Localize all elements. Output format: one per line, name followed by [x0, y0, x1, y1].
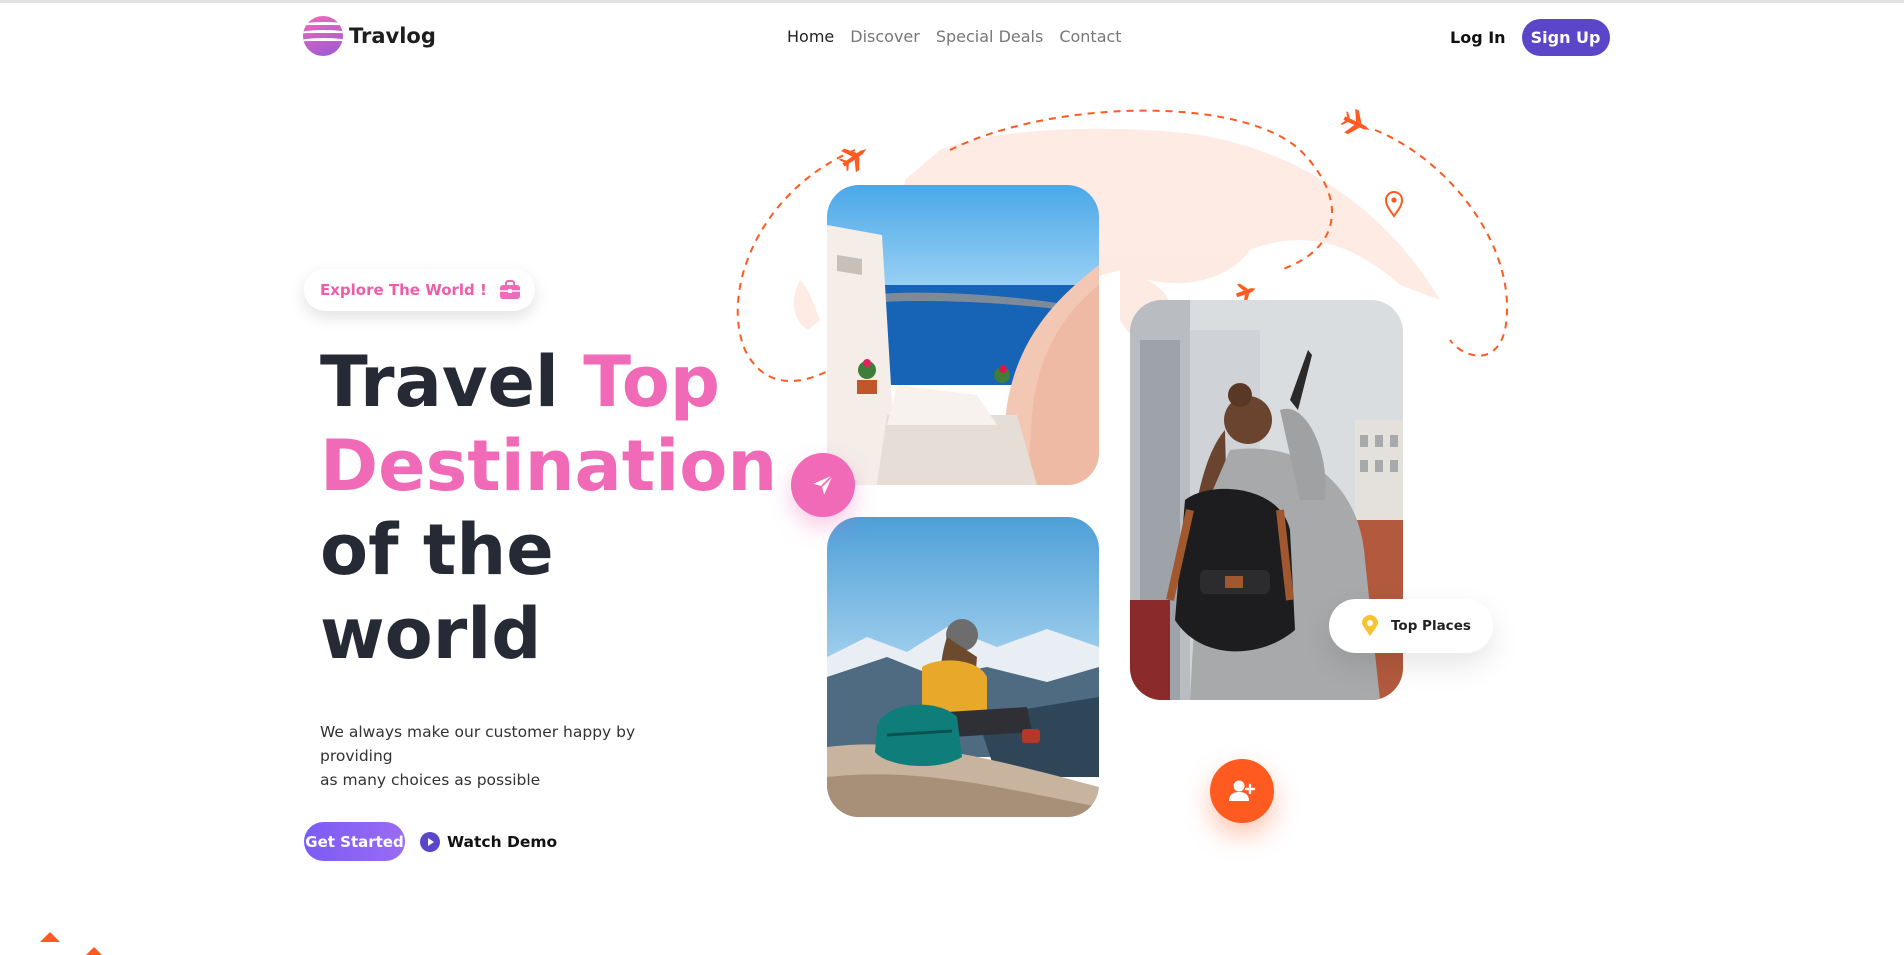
get-started-button[interactable]: Get Started — [304, 822, 405, 861]
headline-part-5: world — [320, 593, 542, 675]
hero-headline: Travel Top Destination of the world — [320, 340, 777, 676]
logo-icon — [303, 16, 343, 56]
watch-demo-button[interactable]: Watch Demo — [420, 831, 558, 852]
play-icon — [420, 831, 440, 852]
nav-special-deals[interactable]: Special Deals — [936, 27, 1043, 46]
hero-cta: Get Started Watch Demo — [304, 822, 557, 861]
headline-part-2: Top — [583, 341, 720, 423]
add-user-button[interactable] — [1210, 759, 1274, 823]
nav-contact[interactable]: Contact — [1059, 27, 1121, 46]
signup-button[interactable]: Sign Up — [1521, 19, 1610, 56]
main-nav: Home Discover Special Deals Contact — [787, 27, 1122, 46]
briefcase-icon — [499, 280, 520, 299]
user-plus-icon — [1229, 780, 1256, 801]
photo-mountain-hiker — [827, 517, 1099, 817]
headline-part-3: Destination — [320, 425, 778, 507]
location-pin-icon — [1362, 615, 1378, 636]
top-places-card[interactable]: Top Places — [1329, 599, 1493, 653]
nav-discover[interactable]: Discover — [850, 27, 920, 46]
location-pin-icon — [1384, 191, 1404, 218]
top-places-label: Top Places — [1391, 618, 1471, 634]
login-link[interactable]: Log In — [1450, 28, 1506, 47]
landing-page: Travlog Home Discover Special Deals Cont… — [0, 0, 1904, 955]
airplane-icon — [838, 148, 867, 173]
send-icon — [813, 474, 834, 495]
brand-name: Travlog — [349, 24, 436, 48]
auth-actions: Log In Sign Up — [1450, 19, 1610, 56]
explore-badge-text: Explore The World ! — [320, 281, 487, 299]
subtitle-line-2: providing — [320, 747, 393, 765]
subtitle-line-1: We always make our customer happy by — [320, 723, 636, 741]
bottom-left-triangles — [40, 932, 102, 955]
subtitle-line-3: as many choices as possible — [320, 771, 541, 789]
logo[interactable]: Travlog — [303, 16, 436, 56]
airplane-icon — [1340, 108, 1370, 135]
hero-subtitle: We always make our customer happy by pro… — [320, 720, 640, 792]
send-button[interactable] — [791, 453, 855, 517]
watch-demo-label: Watch Demo — [447, 832, 558, 851]
headline-part-1: Travel — [320, 341, 584, 423]
headline-part-4: of the — [320, 509, 554, 591]
explore-badge: Explore The World ! — [304, 269, 535, 311]
photo-santorini — [827, 185, 1099, 485]
top-border — [0, 0, 1904, 3]
nav-home[interactable]: Home — [787, 27, 834, 46]
